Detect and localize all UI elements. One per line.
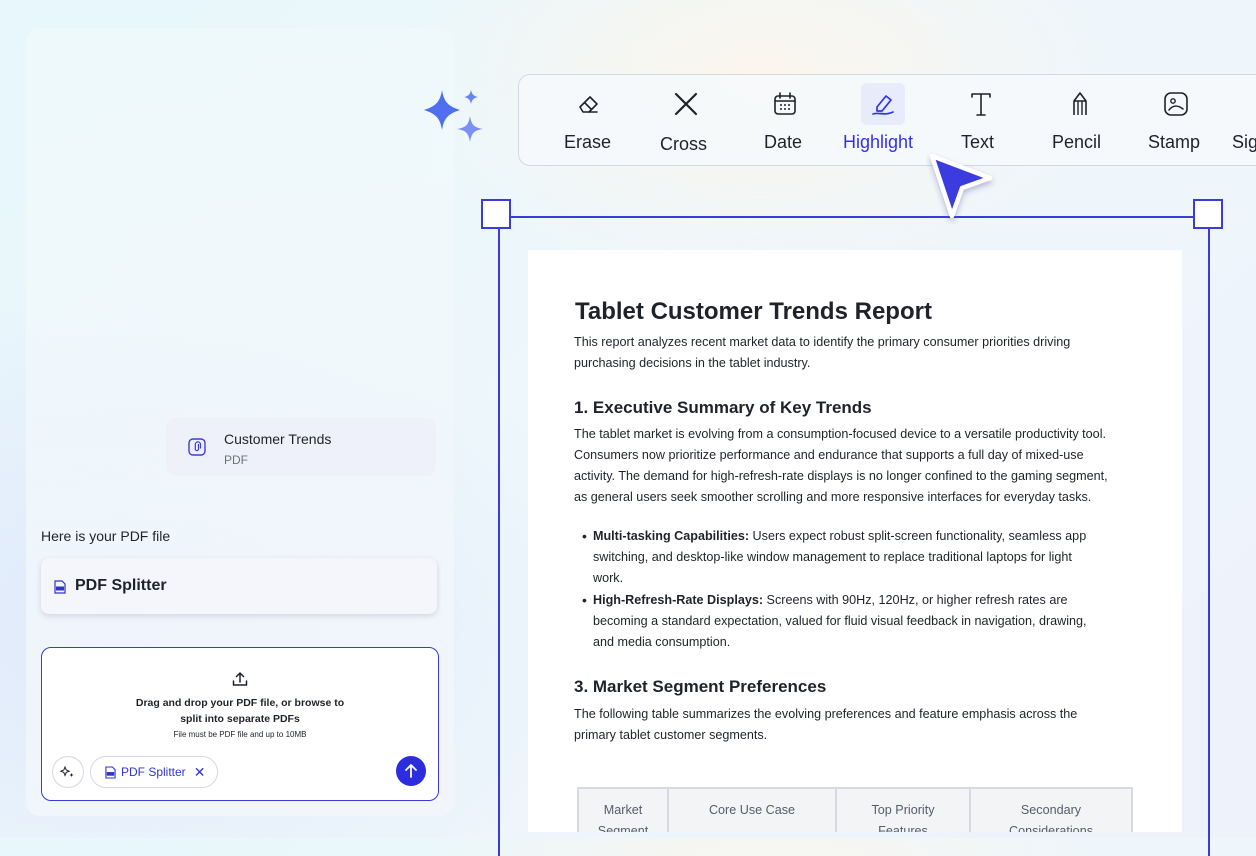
pointer-cursor-icon xyxy=(929,153,993,219)
intro-line-1: This report analyzes recent market data … xyxy=(574,335,1071,349)
chip-close-icon[interactable]: ✕ xyxy=(194,764,206,781)
attachment-icon xyxy=(188,438,206,456)
stamp-icon xyxy=(1164,92,1188,116)
calendar-icon xyxy=(774,92,796,115)
tool-stamp[interactable]: Stamp xyxy=(1148,75,1204,165)
upload-instruction-line2: split into separate PDFs xyxy=(180,713,300,725)
eraser-icon xyxy=(579,96,598,113)
table-header-row: Market Segment Core Use Case Top Priority… xyxy=(577,787,1133,832)
section-1-line: activity. The demand for high-refresh-ra… xyxy=(574,469,1108,483)
table-header-cell: Secondary Considerations xyxy=(969,787,1133,832)
chip-label: PDF Splitter xyxy=(121,765,186,779)
bullet-1-text: Users expect robust split-screen functio… xyxy=(749,529,1087,543)
section-1-line: Consumers now prioritize performance and… xyxy=(574,448,1084,462)
sparkle-icon xyxy=(59,765,74,777)
text-icon xyxy=(971,93,991,116)
bullet-2-term: High-Refresh-Rate Displays: xyxy=(593,593,764,607)
tool-label-date: Date xyxy=(764,132,803,152)
intro-line-2: purchasing decisions in the tablet indus… xyxy=(574,356,811,370)
section-1-heading: 1. Executive Summary of Key Trends xyxy=(574,398,872,417)
cross-icon xyxy=(674,92,698,116)
tool-label-highlight: Highlight xyxy=(843,132,914,152)
section-1-line: The tablet market is evolving from a con… xyxy=(574,427,1106,441)
arrow-up-icon xyxy=(405,764,417,778)
section-1-line: as general users seek smoother scrolling… xyxy=(574,490,1092,504)
segment-table: Market Segment Core Use Case Top Priority… xyxy=(577,787,1133,832)
tool-pencil[interactable]: Pencil xyxy=(1052,75,1108,165)
pdf-file-icon xyxy=(54,580,66,594)
upload-icon xyxy=(232,672,248,686)
tool-label-erase: Erase xyxy=(564,132,612,152)
tool-label-pencil: Pencil xyxy=(1052,132,1102,152)
tool-cross[interactable]: Cross xyxy=(660,75,712,165)
sparkles-icon xyxy=(424,90,483,142)
bullet-marker: • xyxy=(582,592,587,608)
pencil-icon xyxy=(1073,92,1087,115)
bullet-1-line-2: switching, and desktop-like window manag… xyxy=(593,550,1072,564)
chat-panel: Customer Trends PDF Here is your PDF fil… xyxy=(26,28,454,816)
tool-signature[interactable]: Sig xyxy=(1232,75,1256,165)
annotation-toolbar: Erase Cross Date Highlight Text Pencil S… xyxy=(518,74,1256,166)
file-type: PDF xyxy=(224,453,248,467)
tool-erase[interactable]: Erase xyxy=(564,75,614,165)
tool-label-stamp: Stamp xyxy=(1148,132,1201,152)
section-3-line: The following table summarizes the evolv… xyxy=(574,707,1078,721)
document-title: Tablet Customer Trends Report xyxy=(575,298,932,325)
bullet-1-line-1: Multi-tasking Capabilities: Users expect… xyxy=(593,526,1133,547)
pdf-splitter-card[interactable]: PDF Splitter xyxy=(41,558,437,614)
assistant-message: Here is your PDF file xyxy=(41,528,171,544)
highlighter-icon xyxy=(872,95,894,115)
tool-date[interactable]: Date xyxy=(764,75,806,165)
resize-handle-top-right[interactable] xyxy=(1193,199,1223,229)
resize-handle-top-left[interactable] xyxy=(481,199,511,229)
section-3-heading: 3. Market Segment Preferences xyxy=(574,677,827,696)
bullet-2-text: Screens with 90Hz, 120Hz, or higher refr… xyxy=(763,593,1068,607)
tool-label-cross: Cross xyxy=(660,134,708,154)
tool-label-signature: Sig xyxy=(1232,132,1256,152)
tool-highlight[interactable]: Highlight xyxy=(843,75,923,165)
pdf-file-icon xyxy=(105,765,116,779)
bullet-2-line-2: becoming a standard expectation, valued … xyxy=(593,614,1087,628)
send-button[interactable] xyxy=(396,756,426,786)
bullet-1-term: Multi-tasking Capabilities: xyxy=(593,529,750,543)
bullet-2-line-1: High-Refresh-Rate Displays: Screens with… xyxy=(593,590,1133,611)
selected-tool-chip[interactable]: PDF Splitter ✕ xyxy=(90,756,219,788)
upload-hint: File must be PDF file and up to 10MB xyxy=(173,730,307,739)
upload-dropzone[interactable]: Drag and drop your PDF file, or browse t… xyxy=(41,647,439,801)
attached-file-card[interactable]: Customer Trends PDF xyxy=(166,418,436,476)
bullet-marker: • xyxy=(582,528,587,544)
magic-button[interactable] xyxy=(52,756,84,788)
tool-card-label: PDF Splitter xyxy=(75,577,167,594)
pdf-page: Tablet Customer Trends Report This repor… xyxy=(528,250,1182,832)
file-name: Customer Trends xyxy=(224,431,332,447)
bullet-2-line-3: and media consumption. xyxy=(593,635,731,649)
bullet-1-line-3: work. xyxy=(593,571,624,585)
section-3-line: primary tablet customer segments. xyxy=(574,728,768,742)
table-header-cell: Market Segment xyxy=(577,787,669,832)
table-header-cell: Top Priority Features xyxy=(835,787,971,832)
table-header-cell: Core Use Case xyxy=(667,787,837,832)
upload-instruction-line1: Drag and drop your PDF file, or browse t… xyxy=(135,697,345,709)
